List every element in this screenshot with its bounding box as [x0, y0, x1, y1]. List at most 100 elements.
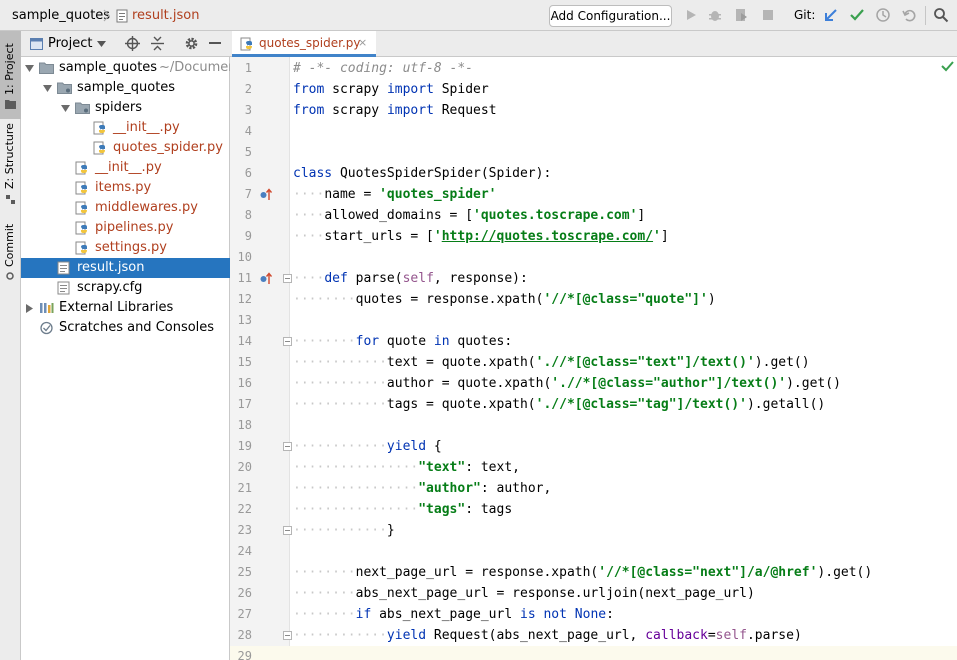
code-line[interactable]: 25 ········next_page_url = response.xpath…	[230, 562, 957, 583]
run-icon[interactable]	[683, 7, 699, 23]
code-line[interactable]: 26 ········abs_next_page_url = response.u…	[230, 583, 957, 604]
tree-item[interactable]: Scratches and Consoles	[21, 318, 230, 338]
tree-item[interactable]: scrapy.cfg	[21, 278, 230, 298]
chevron-right-icon[interactable]	[25, 304, 34, 313]
code-text: from scrapy import Spider	[293, 82, 489, 97]
breadcrumb-file[interactable]: result.json	[132, 0, 200, 31]
code-text: ············tags = quote.xpath('.//*[@cl…	[293, 397, 826, 412]
tab-quotes-spider[interactable]: quotes_spider.py ×	[232, 31, 376, 57]
structure-icon	[6, 195, 15, 204]
tree-item[interactable]: middlewares.py	[21, 198, 230, 218]
chevron-down-icon[interactable]	[61, 104, 70, 113]
code-text: ············yield Request(abs_next_page_…	[293, 628, 802, 643]
tree-item[interactable]: settings.py	[21, 238, 230, 258]
code-line[interactable]: 16 ············author = quote.xpath('.//*…	[230, 373, 957, 394]
code-text: ············yield {	[293, 439, 442, 454]
project-tree: sample_quotes ~/Documer sample_quotes spide…	[21, 57, 234, 660]
line-number: 6	[244, 166, 252, 180]
fold-icon[interactable]	[283, 631, 292, 640]
code-line[interactable]: 8 ····allowed_domains = ['quotes.toscrape…	[230, 205, 957, 226]
code-line[interactable]: 19 ············yield {	[230, 436, 957, 457]
tree-item[interactable]: sample_quotes	[21, 78, 230, 98]
code-line[interactable]: 20 ················"text": text,	[230, 457, 957, 478]
tab-structure-label: Z: Structure	[3, 123, 16, 189]
tree-item[interactable]: __init__.py	[21, 158, 230, 178]
rollback-icon[interactable]	[901, 7, 917, 23]
code-line[interactable]: 2 from scrapy import Spider	[230, 79, 957, 100]
code-line[interactable]: 14 ········for quote in quotes:	[230, 331, 957, 352]
code-text: ········for quote in quotes:	[293, 334, 513, 349]
tab-project[interactable]: 1: Project	[0, 31, 21, 119]
tree-item[interactable]: pipelines.py	[21, 218, 230, 238]
tree-item[interactable]: spiders	[21, 98, 230, 118]
code-line[interactable]: 15 ············text = quote.xpath('.//*[@…	[230, 352, 957, 373]
fold-icon[interactable]	[283, 526, 292, 535]
collapse-all-icon[interactable]	[151, 36, 164, 51]
code-line[interactable]: 11 ····def parse(self, response):	[230, 268, 957, 289]
code-editor[interactable]: 1 # -*- coding: utf-8 -*- 2 from scrapy imp…	[230, 57, 957, 660]
gear-icon[interactable]	[184, 36, 199, 51]
chevron-down-icon[interactable]	[43, 84, 52, 93]
tree-item[interactable]: quotes_spider.py	[21, 138, 230, 158]
code-line[interactable]: 9 ····start_urls = ['http://quotes.toscra…	[230, 226, 957, 247]
code-line[interactable]: 1 # -*- coding: utf-8 -*-	[230, 58, 957, 79]
code-text: ················"author": author,	[293, 481, 552, 496]
code-line[interactable]: 4	[230, 121, 957, 142]
python-file-icon	[93, 121, 105, 135]
code-line[interactable]: 17 ············tags = quote.xpath('.//*[@…	[230, 394, 957, 415]
code-text: ················"tags": tags	[293, 502, 513, 517]
python-file-icon	[240, 37, 252, 51]
debug-icon[interactable]	[707, 7, 723, 23]
tab-structure[interactable]: Z: Structure	[0, 123, 21, 209]
code-text: ········quotes = response.xpath('//*[@cl…	[293, 292, 716, 307]
code-line[interactable]: 7 ····name = 'quotes_spider'	[230, 184, 957, 205]
line-number: 24	[237, 544, 252, 558]
tree-item[interactable]: sample_quotes ~/Documer	[21, 58, 234, 78]
close-icon[interactable]: ×	[358, 31, 367, 55]
git-label: Git:	[794, 8, 816, 22]
add-configuration-button[interactable]: Add Configuration...	[549, 5, 672, 27]
run-with-coverage-icon[interactable]	[733, 7, 749, 23]
tree-item[interactable]: items.py	[21, 178, 230, 198]
minimize-icon[interactable]	[209, 42, 221, 45]
fold-icon[interactable]	[283, 337, 292, 346]
fold-icon[interactable]	[283, 274, 292, 283]
code-line[interactable]: 21 ················"author": author,	[230, 478, 957, 499]
code-line[interactable]: 18	[230, 415, 957, 436]
code-line[interactable]: 13	[230, 310, 957, 331]
code-line[interactable]: 23 ············}	[230, 520, 957, 541]
locate-icon[interactable]	[125, 36, 140, 51]
history-icon[interactable]	[875, 7, 891, 23]
override-marker-icon[interactable]	[260, 188, 272, 201]
tab-commit-label: Commit	[3, 223, 16, 267]
git-update-icon[interactable]	[823, 7, 839, 23]
code-line[interactable]: 10	[230, 247, 957, 268]
code-line[interactable]: 3 from scrapy import Request	[230, 100, 957, 121]
search-icon[interactable]	[933, 7, 949, 23]
tree-item[interactable]: External Libraries	[21, 298, 230, 318]
tree-item-label: quotes_spider.py	[113, 140, 223, 155]
breadcrumb-project[interactable]: sample_quotes	[12, 0, 110, 31]
code-text: ····name = 'quotes_spider'	[293, 187, 497, 202]
tab-commit[interactable]: Commit	[0, 221, 21, 287]
code-line[interactable]: 6 class QuotesSpiderSpider(Spider):	[230, 163, 957, 184]
fold-icon[interactable]	[283, 442, 292, 451]
tab-project-label: 1: Project	[3, 43, 16, 95]
tree-item[interactable]: __init__.py	[21, 118, 230, 138]
code-line[interactable]: 5	[230, 142, 957, 163]
code-line[interactable]: 29	[230, 646, 957, 660]
chevron-down-icon[interactable]	[97, 41, 106, 47]
code-line[interactable]: 28 ············yield Request(abs_next_pag…	[230, 625, 957, 646]
git-commit-icon[interactable]	[849, 7, 865, 23]
code-line[interactable]: 12 ········quotes = response.xpath('//*[@…	[230, 289, 957, 310]
override-marker-icon[interactable]	[260, 272, 272, 285]
stop-icon[interactable]	[760, 7, 776, 23]
code-line[interactable]: 22 ················"tags": tags	[230, 499, 957, 520]
chevron-down-icon[interactable]	[25, 64, 34, 73]
tree-item[interactable]: result.json	[21, 258, 230, 278]
tool-window-strip: 1: Project Z: Structure Commit	[0, 31, 21, 660]
code-line[interactable]: 24	[230, 541, 957, 562]
project-view-dropdown[interactable]: Project	[48, 31, 92, 57]
code-line[interactable]: 27 ········if abs_next_page_url is not No…	[230, 604, 957, 625]
tree-item-label: items.py	[95, 180, 152, 195]
